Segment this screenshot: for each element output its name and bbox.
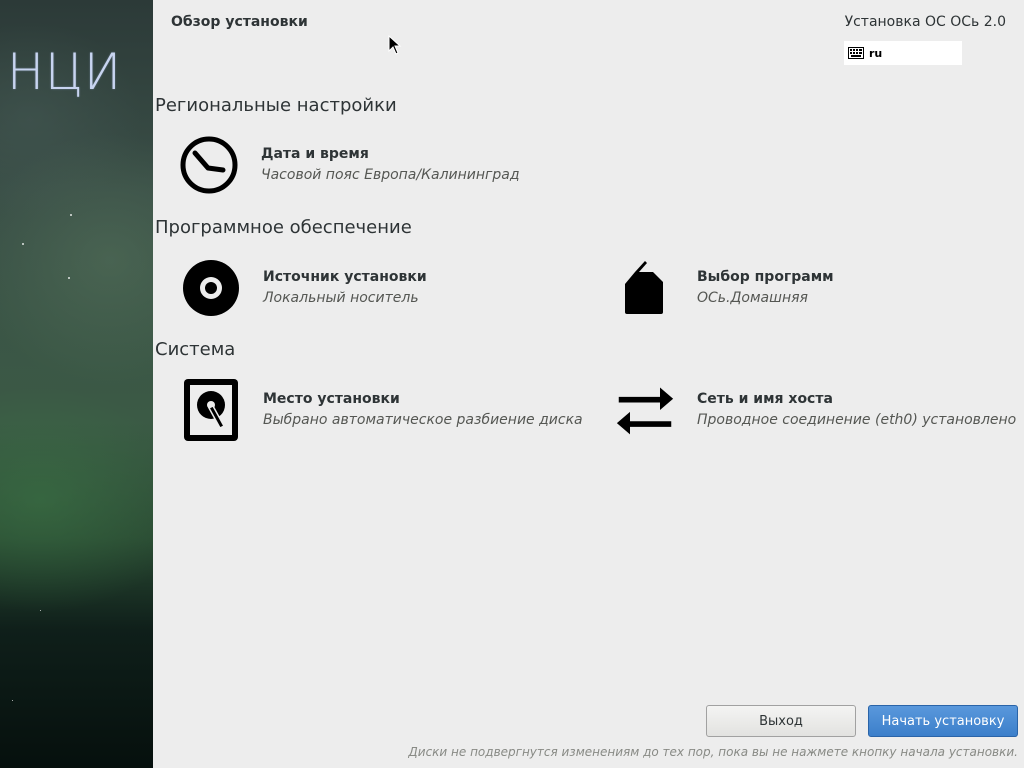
keyboard-icon	[848, 47, 864, 59]
spoke-software-selection-title: Выбор программ	[697, 269, 834, 285]
section-title-software: Программное обеспечение	[155, 217, 412, 238]
section-title-system: Система	[155, 339, 236, 360]
spoke-installation-source-status: Локальный носитель	[263, 290, 419, 306]
product-title: Установка ОС ОСь 2.0	[844, 14, 1006, 30]
keyboard-layout-indicator[interactable]: ru	[844, 41, 962, 65]
spoke-network-hostname-title: Сеть и имя хоста	[697, 391, 833, 407]
network-arrows-icon	[616, 387, 674, 435]
spoke-installation-source-title: Источник установки	[263, 269, 427, 285]
mouse-cursor-icon	[388, 35, 402, 55]
sidebar-star	[12, 700, 13, 701]
spoke-installation-destination-title: Место установки	[263, 391, 400, 407]
footer-note: Диски не подвергнутся изменениям до тех …	[408, 745, 1018, 759]
sidebar-star	[40, 610, 41, 611]
spoke-software-selection-status: ОСь.Домашняя	[697, 290, 808, 306]
spoke-network-hostname[interactable]: Сеть и имя хоста Проводное соединение (e…	[615, 378, 1016, 442]
begin-installation-button[interactable]: Начать установку	[868, 705, 1018, 737]
spoke-network-hostname-status: Проводное соединение (eth0) установлено	[697, 412, 1017, 428]
quit-button[interactable]: Выход	[706, 705, 856, 737]
sidebar-star	[22, 243, 24, 245]
page-title: Обзор установки	[171, 14, 308, 30]
section-title-localization: Региональные настройки	[155, 95, 397, 116]
spoke-installation-destination-status: Выбрано автоматическое разбиение диска	[263, 412, 583, 428]
spoke-datetime[interactable]: Дата и время Часовой пояс Европа/Калинин…	[179, 133, 520, 197]
spoke-datetime-status: Часовой пояс Европа/Калининград	[261, 167, 520, 183]
spoke-software-selection[interactable]: Выбор программ ОСь.Домашняя	[615, 256, 834, 320]
clock-icon	[180, 136, 238, 194]
disc-icon	[183, 260, 239, 316]
sidebar-star	[68, 277, 70, 279]
hard-drive-icon	[184, 379, 238, 441]
spoke-datetime-title: Дата и время	[261, 146, 369, 162]
sidebar-logo: НЦИ	[7, 43, 123, 101]
package-icon	[625, 261, 663, 314]
sidebar-star	[70, 214, 72, 216]
keyboard-layout-label: ru	[869, 46, 883, 60]
sidebar: НЦИ	[0, 0, 153, 768]
spoke-installation-destination[interactable]: Место установки Выбрано автоматическое р…	[181, 378, 583, 442]
spoke-installation-source[interactable]: Источник установки Локальный носитель	[181, 256, 427, 320]
